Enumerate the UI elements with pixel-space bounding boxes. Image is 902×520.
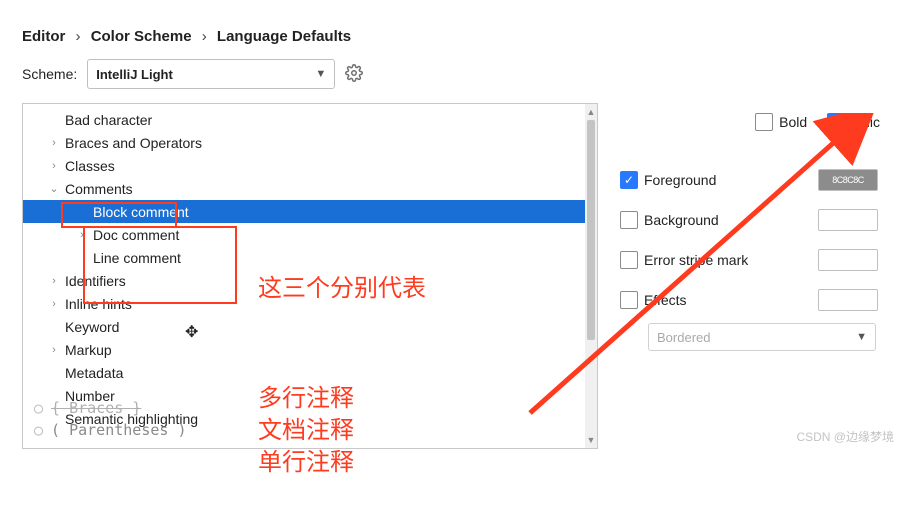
crumb-editor[interactable]: Editor	[22, 28, 65, 45]
breadcrumb: Editor › Color Scheme › Language Default…	[22, 28, 880, 45]
chevron-right-icon[interactable]: ›	[47, 344, 61, 356]
tree-item-label: Braces and Operators	[65, 135, 202, 151]
preview-parentheses: ( Parentheses )	[51, 421, 186, 439]
chevron-right-icon[interactable]: ›	[47, 298, 61, 310]
scheme-value: IntelliJ Light	[96, 67, 173, 82]
chevron-right-icon[interactable]: ›	[75, 229, 89, 241]
error-stripe-checkbox[interactable]	[620, 251, 638, 269]
bold-label: Bold	[779, 114, 807, 130]
scheme-dropdown[interactable]: IntelliJ Light ▼	[87, 59, 335, 89]
tree-item-label: Bad character	[65, 112, 152, 128]
tree-item[interactable]: › Markup	[23, 338, 597, 361]
chevron-right-icon[interactable]: ›	[47, 160, 61, 172]
annotation-text: 这三个分别代表	[258, 268, 426, 303]
tree-item-label: Metadata	[65, 365, 123, 381]
tree-item[interactable]: ⌄ Comments	[23, 177, 597, 200]
italic-checkbox[interactable]: ✓	[827, 113, 845, 131]
chevron-down-icon[interactable]: ⌄	[47, 182, 61, 195]
gear-icon[interactable]	[345, 64, 363, 85]
tree-item[interactable]: › Classes	[23, 154, 597, 177]
tree-item[interactable]: Line comment	[23, 246, 597, 269]
scroll-thumb[interactable]	[587, 120, 595, 340]
tree-item-label: Keyword	[65, 319, 119, 335]
scheme-label: Scheme:	[22, 66, 77, 82]
tree-item[interactable]: › Doc comment	[23, 223, 597, 246]
crumb-color-scheme[interactable]: Color Scheme	[91, 28, 192, 45]
foreground-checkbox[interactable]: ✓	[620, 171, 638, 189]
scroll-up-icon[interactable]: ▲	[587, 107, 596, 117]
effects-label: Effects	[644, 292, 687, 308]
chevron-down-icon: ▼	[315, 68, 326, 80]
scrollbar[interactable]: ▲ ▼	[585, 104, 597, 448]
settings-page: Editor › Color Scheme › Language Default…	[0, 0, 902, 449]
tree-item[interactable]: Block comment	[23, 200, 597, 223]
background-swatch[interactable]	[818, 209, 878, 231]
annotation-a2: 文档注释	[258, 410, 354, 445]
effects-type-value: Bordered	[657, 330, 710, 345]
tree-item-label: Inline hints	[65, 296, 132, 312]
background-checkbox[interactable]	[620, 211, 638, 229]
foreground-swatch[interactable]: 8C8C8C	[818, 169, 878, 191]
crumb-sep-icon: ›	[76, 28, 81, 45]
preview-snippet: ○{ Braces } ○( Parentheses )	[34, 397, 187, 441]
effects-checkbox[interactable]	[620, 291, 638, 309]
scroll-down-icon[interactable]: ▼	[587, 435, 596, 445]
style-options-panel: Bold ✓ Italic ✓ Foreground 8C8C8C Backgr…	[620, 103, 880, 449]
tree-item-label: Comments	[65, 181, 133, 197]
tree-item[interactable]: Keyword	[23, 315, 597, 338]
annotation-a1: 多行注释	[258, 378, 354, 413]
chevron-right-icon[interactable]: ›	[47, 137, 61, 149]
crumb-sep-icon: ›	[202, 28, 207, 45]
tree-item-label: Line comment	[93, 250, 181, 266]
tree-item-label: Classes	[65, 158, 115, 174]
tree-item-label: Doc comment	[93, 227, 179, 243]
bold-checkbox[interactable]	[755, 113, 773, 131]
italic-label: Italic	[851, 114, 880, 130]
tree-item-label: Block comment	[93, 204, 189, 220]
chevron-right-icon[interactable]: ›	[47, 275, 61, 287]
effects-swatch[interactable]	[818, 289, 878, 311]
background-label: Background	[644, 212, 719, 228]
annotation-a3: 单行注释	[258, 442, 354, 477]
error-stripe-swatch[interactable]	[818, 249, 878, 271]
chevron-down-icon: ▼	[856, 331, 867, 343]
error-stripe-label: Error stripe mark	[644, 252, 748, 268]
tree-item-label: Identifiers	[65, 273, 126, 289]
crumb-language-defaults[interactable]: Language Defaults	[217, 28, 351, 45]
tree-item[interactable]: Bad character	[23, 108, 597, 131]
effects-type-dropdown[interactable]: Bordered ▼	[648, 323, 876, 351]
tree-item-label: Markup	[65, 342, 112, 358]
watermark: CSDN @边缘梦境	[796, 428, 894, 445]
tree-item[interactable]: › Braces and Operators	[23, 131, 597, 154]
foreground-label: Foreground	[644, 172, 716, 188]
